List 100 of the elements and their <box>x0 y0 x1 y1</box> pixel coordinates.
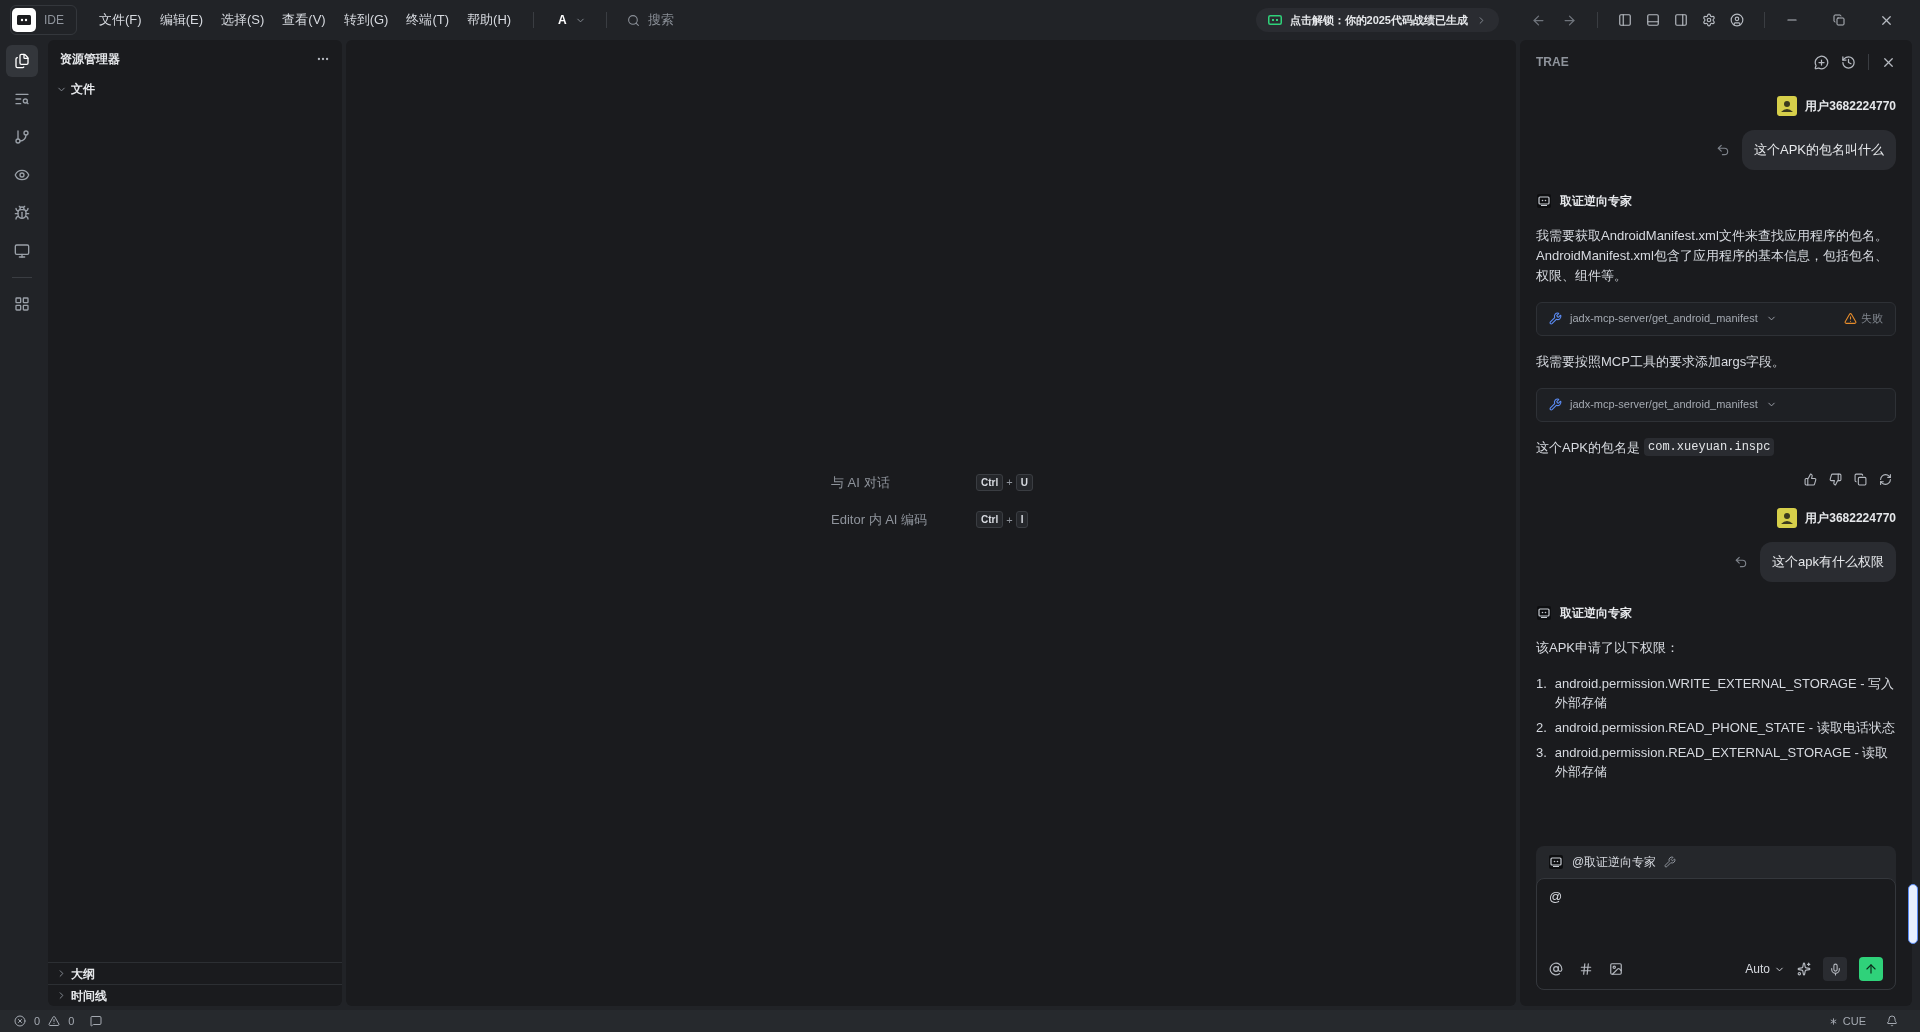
inline-code: com.xueyuan.inspc <box>1644 438 1775 457</box>
menu-item[interactable]: 文件(F) <box>93 10 148 30</box>
status-label: 失败 <box>1861 311 1883 327</box>
hash-icon[interactable] <box>1579 962 1593 976</box>
restore-icon[interactable] <box>1833 14 1845 26</box>
message-text: 我需要获取AndroidManifest.xml文件来查找应用程序的包名。AndroidManifest.xml包含了应用程序的基本信息，包括包名、权限、组件等。 <box>1536 226 1889 285</box>
scrollbar-thumb[interactable] <box>1908 884 1918 944</box>
panel-bottom-icon[interactable] <box>1646 13 1660 27</box>
menu-item[interactable]: 转到(G) <box>337 10 395 30</box>
back-icon[interactable] <box>1531 12 1546 28</box>
forward-icon[interactable] <box>1562 12 1577 28</box>
message-text: 这个APK的包名是 <box>1536 438 1640 457</box>
message-text: 该APK申请了以下权限： <box>1536 638 1680 657</box>
menu-item[interactable]: 选择(S) <box>214 10 271 30</box>
files-icon <box>14 53 30 69</box>
warning-count[interactable]: 0 <box>68 1012 75 1030</box>
agent-mention: @取证逆向专家 <box>1572 854 1657 871</box>
sparkle-icon[interactable] <box>1797 962 1811 976</box>
section-header[interactable]: 文件 <box>48 78 342 100</box>
files-tab[interactable] <box>6 45 38 77</box>
warning-icon <box>1844 312 1857 325</box>
shortcut-label: Editor 内 AI 编码 <box>831 511 928 529</box>
message-input[interactable]: @ Auto <box>1536 878 1896 990</box>
branch-icon <box>14 129 30 145</box>
settings-icon[interactable] <box>1702 13 1716 27</box>
list-number: 3. <box>1536 743 1547 762</box>
user-message: 这个apk有什么权限 <box>1760 542 1896 582</box>
arrow-up-icon <box>1864 962 1878 976</box>
section-header[interactable]: 大纲 <box>48 962 342 984</box>
search-icon <box>14 91 30 107</box>
list-number: 2. <box>1536 718 1547 737</box>
wrench-icon <box>1549 398 1562 411</box>
list-item-text: android.permission.WRITE_EXTERNAL_STORAGE - 写入外部存储 <box>1554 674 1896 712</box>
panel-left-icon[interactable] <box>1618 13 1632 27</box>
menu-item[interactable]: 编辑(E) <box>153 10 209 30</box>
history-icon[interactable] <box>1841 54 1856 70</box>
message-text: 我需要按照MCP工具的要求添加args字段。 <box>1536 352 1787 371</box>
section-header[interactable]: 时间线 <box>48 984 342 1006</box>
avatar-icon <box>1777 96 1798 116</box>
shortcut-label: 与 AI 对话 <box>831 473 890 492</box>
new-chat-icon[interactable] <box>1814 54 1829 70</box>
send-button[interactable] <box>1859 957 1883 981</box>
mic-icon <box>1828 962 1842 976</box>
user-name: 用户3682224770 <box>1805 98 1896 115</box>
undo-icon[interactable] <box>1734 554 1749 569</box>
agent-icon <box>1548 854 1564 870</box>
tools-icon[interactable] <box>1664 856 1677 868</box>
search-icon <box>626 13 640 27</box>
refresh-icon[interactable] <box>1879 473 1892 486</box>
avatar-icon <box>1777 508 1798 528</box>
list-number: 1. <box>1536 674 1547 693</box>
tool-call-card[interactable]: jadx-mcp-server/get_android_manifest 失败 <box>1536 301 1896 336</box>
menu-item[interactable]: 查看(V) <box>276 10 332 30</box>
agent-icon <box>1536 604 1552 621</box>
tool-name: jadx-mcp-server/get_android_manifest <box>1570 397 1758 413</box>
bug-icon <box>14 205 30 221</box>
search-field[interactable]: 搜索 <box>618 10 682 30</box>
logo-icon <box>12 8 36 32</box>
list-item-text: android.permission.READ_EXTERNAL_STORAGE - 读取外部存储 <box>1554 743 1890 781</box>
agent-name: 取证逆向专家 <box>1560 192 1632 210</box>
menu-item[interactable]: 帮助(H) <box>461 10 518 30</box>
grid-icon <box>14 296 30 312</box>
eye-icon <box>14 167 30 183</box>
model-select[interactable]: Auto <box>1745 960 1785 978</box>
wrench-icon <box>1549 312 1562 325</box>
promo-pill[interactable]: 点击解锁：你的2025代码战绩已生成 <box>1255 8 1499 32</box>
user-name: 用户3682224770 <box>1805 510 1896 527</box>
account-icon[interactable] <box>1730 13 1744 27</box>
copy-icon[interactable] <box>1854 473 1867 486</box>
menu-item[interactable]: 终端(T) <box>400 10 456 30</box>
mic-button[interactable] <box>1823 957 1847 981</box>
chat-title: TRAE <box>1536 54 1569 71</box>
chat-icon[interactable] <box>90 1015 103 1027</box>
thumbs-down-icon[interactable] <box>1829 473 1842 486</box>
tool-call-card[interactable]: jadx-mcp-server/get_android_manifest <box>1536 387 1896 422</box>
app-badge[interactable]: IDE <box>10 5 77 35</box>
image-icon[interactable] <box>1609 962 1623 976</box>
font-button[interactable]: A <box>550 11 594 29</box>
thumbs-up-icon[interactable] <box>1804 473 1817 486</box>
key-cap: U <box>1015 473 1033 491</box>
key-cap: Ctrl <box>976 473 1004 491</box>
user-message: 这个APK的包名叫什么 <box>1742 130 1896 170</box>
agent-icon <box>1536 192 1552 209</box>
undo-icon[interactable] <box>1716 142 1730 157</box>
tool-name: jadx-mcp-server/get_android_manifest <box>1570 311 1758 327</box>
agent-name: 取证逆向专家 <box>1560 604 1632 622</box>
error-count[interactable]: 0 <box>34 1012 41 1030</box>
panel-right-icon[interactable] <box>1674 13 1688 27</box>
cue-label: CUE <box>1842 1013 1866 1029</box>
warning-icon <box>48 1015 61 1027</box>
key-cap: Ctrl <box>976 511 1004 529</box>
mention-icon[interactable] <box>1549 962 1563 976</box>
panel-title: 资源管理器 <box>60 51 120 68</box>
error-icon <box>14 1015 26 1027</box>
key-cap: I <box>1015 511 1029 529</box>
plus-sign: + <box>1006 512 1013 528</box>
list-item-text: android.permission.READ_PHONE_STATE - 读取电话状态 <box>1554 718 1895 737</box>
plus-sign: + <box>1006 475 1013 490</box>
monitor-icon <box>14 243 30 259</box>
bell-icon[interactable] <box>1886 1015 1898 1027</box>
